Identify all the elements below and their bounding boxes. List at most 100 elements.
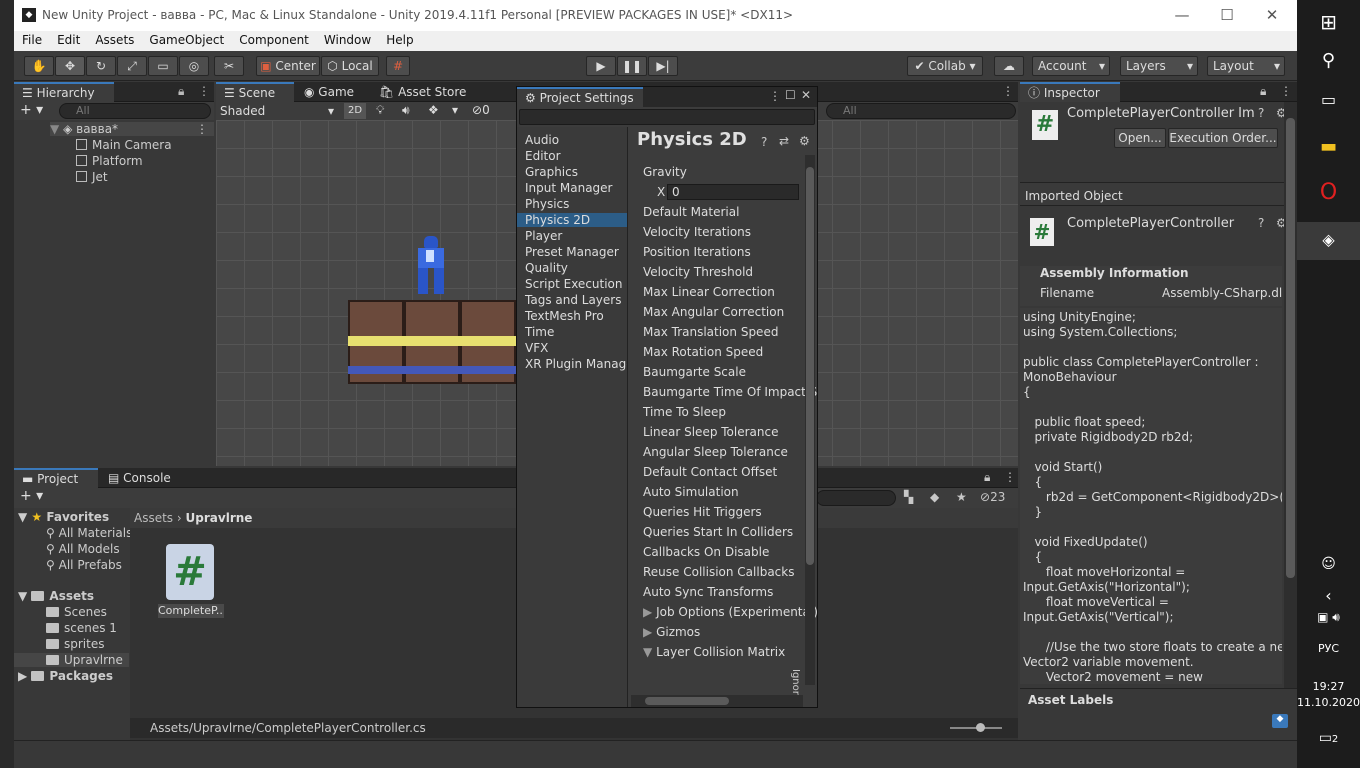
custom-tool-icon[interactable]: ✂ [214, 56, 244, 76]
menu-gameobject[interactable]: GameObject [141, 31, 231, 47]
star-icon[interactable]: ★ [956, 490, 967, 504]
tab-project[interactable]: ▬ Project [14, 468, 98, 488]
more-menu-icon[interactable]: ⋮ [1004, 470, 1016, 484]
scale-tool-icon[interactable]: ⤢ [117, 56, 147, 76]
menu-file[interactable]: File [14, 31, 49, 47]
script-asset-icon[interactable]: # [166, 544, 214, 600]
tab-hierarchy[interactable]: ☰ Hierarchy [14, 82, 114, 102]
breadcrumb-root[interactable]: Assets [134, 511, 173, 525]
settings-hscrollbar[interactable] [631, 695, 803, 707]
folder-sprites[interactable]: sprites [46, 637, 104, 651]
folder-upravlrne[interactable]: Upravlrne [14, 653, 129, 667]
grid-snap-icon[interactable]: # [386, 56, 410, 76]
foldout-gizmos[interactable]: ▶ Gizmos [643, 625, 700, 639]
space-toggle[interactable]: ⬡ Local [321, 56, 379, 76]
fav-all-prefabs[interactable]: ⚲ All Prefabs [46, 558, 122, 572]
fav-all-models[interactable]: ⚲ All Models [46, 542, 120, 556]
tab-console[interactable]: ▤ Console [100, 468, 179, 488]
hierarchy-search-input[interactable]: All [59, 103, 211, 119]
unity-taskbar-button[interactable]: ◈ [1297, 222, 1360, 260]
audio-icon[interactable]: 🔊︎ [402, 103, 410, 118]
favorites-node[interactable]: ▼ ★ Favorites [18, 510, 109, 524]
rotate-tool-icon[interactable]: ↻ [86, 56, 116, 76]
preset-icon[interactable]: ⇄ [779, 134, 789, 148]
layout-dropdown[interactable]: Layout ▾ [1207, 56, 1285, 76]
rect-tool-icon[interactable]: ▭ [148, 56, 178, 76]
lock-icon[interactable]: 🔒︎ [984, 470, 990, 485]
jet-sprite[interactable] [412, 236, 448, 298]
effects-icon[interactable]: ❖ [428, 103, 439, 117]
lock-icon[interactable]: 🔒︎ [178, 84, 184, 99]
hidden-objects-toggle[interactable]: ⊘0 [472, 103, 490, 117]
task-view-icon[interactable]: ▭ [1297, 90, 1360, 109]
more-menu-icon[interactable]: ⋮ [198, 84, 210, 98]
pause-button[interactable]: ❚❚ [617, 56, 647, 76]
tab-game[interactable]: ◉ Game [296, 82, 362, 102]
filter-type-icon[interactable]: ▚ [904, 490, 913, 504]
chevron-down-icon[interactable]: ▾ [452, 103, 458, 117]
zoom-slider-thumb[interactable] [976, 723, 985, 732]
menu-component[interactable]: Component [231, 31, 316, 47]
help-icon[interactable]: ? [1258, 216, 1264, 230]
scrollbar-thumb[interactable] [645, 697, 729, 705]
help-icon[interactable]: ? [1258, 106, 1264, 120]
opera-icon[interactable]: O [1297, 180, 1360, 205]
packages-node[interactable]: ▶ Packages [18, 669, 113, 683]
account-dropdown[interactable]: Account ▾ [1032, 56, 1110, 76]
scene-search-input[interactable]: All [826, 103, 1016, 119]
project-search-input[interactable] [816, 490, 896, 506]
tab-inspector[interactable]: ⓘ Inspector [1020, 82, 1120, 102]
tab-project-settings[interactable]: ⚙ Project Settings [517, 87, 643, 107]
close-icon[interactable]: ✕ [801, 88, 811, 102]
step-button[interactable]: ▶| [648, 56, 678, 76]
menu-window[interactable]: Window [316, 31, 378, 47]
hierarchy-item-main-camera[interactable]: Main Camera [76, 138, 172, 152]
shading-dropdown[interactable]: Shaded ▾ [220, 103, 336, 119]
search-icon[interactable]: ⚲ [1297, 50, 1360, 71]
2d-toggle[interactable]: 2D [344, 103, 366, 119]
play-button[interactable]: ▶ [586, 56, 616, 76]
lock-icon[interactable]: 🔒︎ [1260, 84, 1266, 99]
project-settings-header[interactable]: ⚙ Project Settings ⋮ ☐ ✕ [517, 87, 817, 107]
fav-all-materials[interactable]: ⚲ All Materials [46, 526, 132, 540]
hierarchy-item-jet[interactable]: Jet [76, 170, 108, 184]
foldout-layer-collision-matrix[interactable]: ▼ Layer Collision Matrix [643, 645, 785, 659]
breadcrumb-leaf[interactable]: Upravlrne [186, 511, 253, 525]
create-button[interactable]: + ▾ [20, 102, 43, 118]
file-explorer-icon[interactable]: ▬ [1297, 136, 1360, 157]
clock-time[interactable]: 19:27 [1297, 680, 1360, 693]
minimize-button[interactable]: — [1162, 5, 1202, 25]
folder-scenes[interactable]: Scenes [46, 605, 107, 619]
layers-dropdown[interactable]: Layers ▾ [1120, 56, 1198, 76]
maximize-button[interactable]: ☐ [1207, 5, 1247, 25]
scrollbar-thumb[interactable] [806, 167, 814, 565]
maximize-icon[interactable]: ☐ [785, 88, 796, 102]
clock-date[interactable]: 11.10.2020 [1297, 696, 1360, 709]
script-asset-label[interactable]: CompleteP... [158, 604, 224, 618]
menu-help[interactable]: Help [378, 31, 420, 47]
open-button[interactable]: Open... [1114, 128, 1166, 148]
more-menu-icon[interactable]: ⋮ [196, 122, 208, 136]
title-bar[interactable]: ◆ New Unity Project - вавва - PC, Mac & … [14, 0, 1297, 31]
move-tool-icon[interactable]: ✥ [55, 56, 85, 76]
menu-assets[interactable]: Assets [87, 31, 141, 47]
tag-icon[interactable]: ◆ [1272, 714, 1288, 728]
collab-dropdown[interactable]: ✔ Collab ▾ [907, 56, 983, 76]
pivot-toggle[interactable]: ▣ Center [256, 56, 320, 76]
cloud-icon[interactable]: ☁ [994, 56, 1024, 76]
help-icon[interactable]: ? [761, 135, 767, 149]
assets-node[interactable]: ▼ Assets [18, 589, 94, 603]
more-menu-icon[interactable]: ⋮ [769, 89, 781, 103]
scene-row[interactable]: ▼ ◈ вавва* ⋮ [50, 122, 214, 136]
close-button[interactable]: ✕ [1252, 5, 1292, 25]
menu-edit[interactable]: Edit [49, 31, 87, 47]
people-icon[interactable]: ☺ [1297, 556, 1360, 572]
settings-search-input[interactable] [519, 109, 815, 125]
execution-order-button[interactable]: Execution Order... [1168, 128, 1278, 148]
transform-tool-icon[interactable]: ◎ [179, 56, 209, 76]
network-volume-icon[interactable]: ▣ 🔊︎ [1297, 610, 1360, 625]
more-menu-icon[interactable]: ⋮ [1280, 84, 1292, 98]
notification-button[interactable]: ▭2 [1297, 730, 1360, 746]
foldout-job-options[interactable]: ▶ Job Options (Experimental) [643, 605, 817, 619]
hand-tool-icon[interactable]: ✋ [24, 56, 54, 76]
